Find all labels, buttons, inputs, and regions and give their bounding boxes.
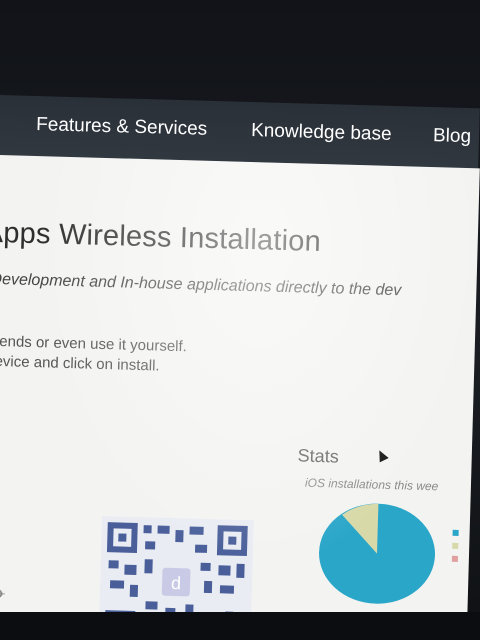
- page-content: Apps Wireless Installation Development a…: [0, 155, 480, 629]
- instruction-line-2: friends or even use it yourself.: [0, 332, 188, 356]
- monitor-bottom-bezel: [0, 612, 480, 640]
- nav-item-blog[interactable]: Blog: [433, 125, 472, 148]
- cursor-arrow-icon: [374, 448, 389, 463]
- stats-heading: Stats: [297, 445, 340, 467]
- stats-subtitle: iOS installations this wee: [304, 475, 439, 494]
- qr-logo-letter: d: [171, 573, 182, 593]
- legend-swatch: [452, 529, 459, 536]
- legend-swatch: [451, 555, 458, 562]
- nav-item-knowledge-base[interactable]: Knowledge base: [251, 120, 392, 146]
- page-title: Apps Wireless Installation: [0, 216, 322, 258]
- legend-swatch: [452, 542, 459, 549]
- nav-item-features-services[interactable]: Features & Services: [36, 114, 208, 141]
- instruction-line-3: device and click on install.: [0, 352, 160, 375]
- page-subtitle: Development and In-house applications di…: [0, 270, 402, 300]
- twitter-bird-icon[interactable]: ✈: [0, 587, 6, 601]
